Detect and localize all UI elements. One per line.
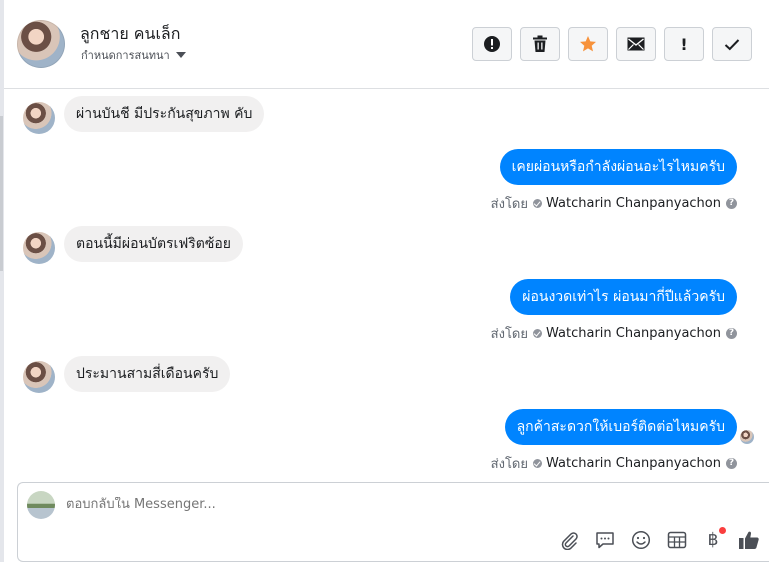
help-icon[interactable]: ? <box>726 198 737 209</box>
reply-input[interactable] <box>66 497 666 512</box>
saved-replies-button[interactable] <box>594 529 616 551</box>
caret-down-icon <box>175 52 186 58</box>
seen-receipt-avatar <box>740 430 754 444</box>
attach-file-button[interactable] <box>558 529 580 551</box>
trash-icon <box>533 35 547 52</box>
table-icon <box>667 531 687 549</box>
sender-avatar[interactable] <box>23 102 55 134</box>
appointment-button[interactable] <box>666 529 688 551</box>
conversation-header: ลูกชาย คนเล็ก กำหนดการสนทนา ! <box>4 0 769 89</box>
checkmark-icon <box>724 38 740 50</box>
sent-by-label: ส่งโดย <box>490 457 528 472</box>
sent-by-line: ส่งโดย Watcharin Chanpanyachon ? <box>491 193 737 214</box>
sender-avatar[interactable] <box>23 361 55 393</box>
alert-circle-icon <box>484 36 500 52</box>
sender-name[interactable]: Watcharin Chanpanyachon <box>546 326 721 341</box>
outgoing-message[interactable]: ลูกค้าสะดวกให้เบอร์ติดต่อไหมครับ <box>504 409 737 445</box>
like-button[interactable] <box>738 529 760 551</box>
incoming-message[interactable]: ผ่านบันชี มีประกันสุขภาพ คับ <box>64 96 265 132</box>
verified-check-icon <box>533 459 542 468</box>
sent-by-label: ส่งโดย <box>490 197 528 212</box>
report-button[interactable] <box>472 27 512 61</box>
reply-composer: ฿ <box>17 482 769 562</box>
exclamation-icon: ! <box>680 34 688 54</box>
incoming-message[interactable]: ตอนนี้มีผ่อนบัตรเฟริตซ้อย <box>64 226 243 262</box>
sent-by-line: ส่งโดย Watcharin Chanpanyachon ? <box>491 323 737 344</box>
help-icon[interactable]: ? <box>726 328 737 339</box>
mark-unread-button[interactable] <box>616 27 656 61</box>
outgoing-message[interactable]: ผ่อนงวดเท่าไร ผ่อนมากี่ปีแล้วครับ <box>510 279 737 315</box>
mark-done-button[interactable] <box>712 27 752 61</box>
sent-by-line: ส่งโดย Watcharin Chanpanyachon ? <box>491 453 737 474</box>
page-avatar <box>27 491 55 519</box>
baht-icon: ฿ <box>707 530 719 550</box>
paperclip-icon <box>561 532 578 550</box>
follow-up-button[interactable]: ! <box>664 27 704 61</box>
emoji-button[interactable] <box>630 529 652 551</box>
incoming-message[interactable]: ประมานสามสี่เดือนครับ <box>64 356 231 392</box>
envelope-icon <box>627 37 645 51</box>
scrollbar-thumb[interactable] <box>0 116 3 271</box>
conversation-settings-label: กำหนดการสนทนา <box>81 49 170 62</box>
outgoing-message[interactable]: เคยผ่อนหรือกำลังผ่อนอะไรไหมครับ <box>499 149 737 185</box>
contact-name[interactable]: ลูกชาย คนเล็ก <box>80 22 180 47</box>
star-icon <box>580 36 596 52</box>
sender-avatar[interactable] <box>23 232 55 264</box>
messenger-conversation-panel: ลูกชาย คนเล็ก กำหนดการสนทนา ! ผ่านบันชี … <box>0 0 769 562</box>
conversation-settings-dropdown[interactable]: กำหนดการสนทนา <box>81 46 186 64</box>
help-icon[interactable]: ? <box>726 458 737 469</box>
sent-by-label: ส่งโดย <box>490 327 528 342</box>
contact-avatar[interactable] <box>17 20 65 68</box>
verified-check-icon <box>533 329 542 338</box>
speech-bubble-icon <box>596 532 614 549</box>
star-button[interactable] <box>568 27 608 61</box>
sender-name[interactable]: Watcharin Chanpanyachon <box>546 196 721 211</box>
sender-name[interactable]: Watcharin Chanpanyachon <box>546 456 721 471</box>
thumbs-up-icon <box>739 531 759 549</box>
verified-check-icon <box>533 199 542 208</box>
notification-dot <box>719 527 726 534</box>
delete-button[interactable] <box>520 27 560 61</box>
smiley-icon <box>631 530 651 550</box>
